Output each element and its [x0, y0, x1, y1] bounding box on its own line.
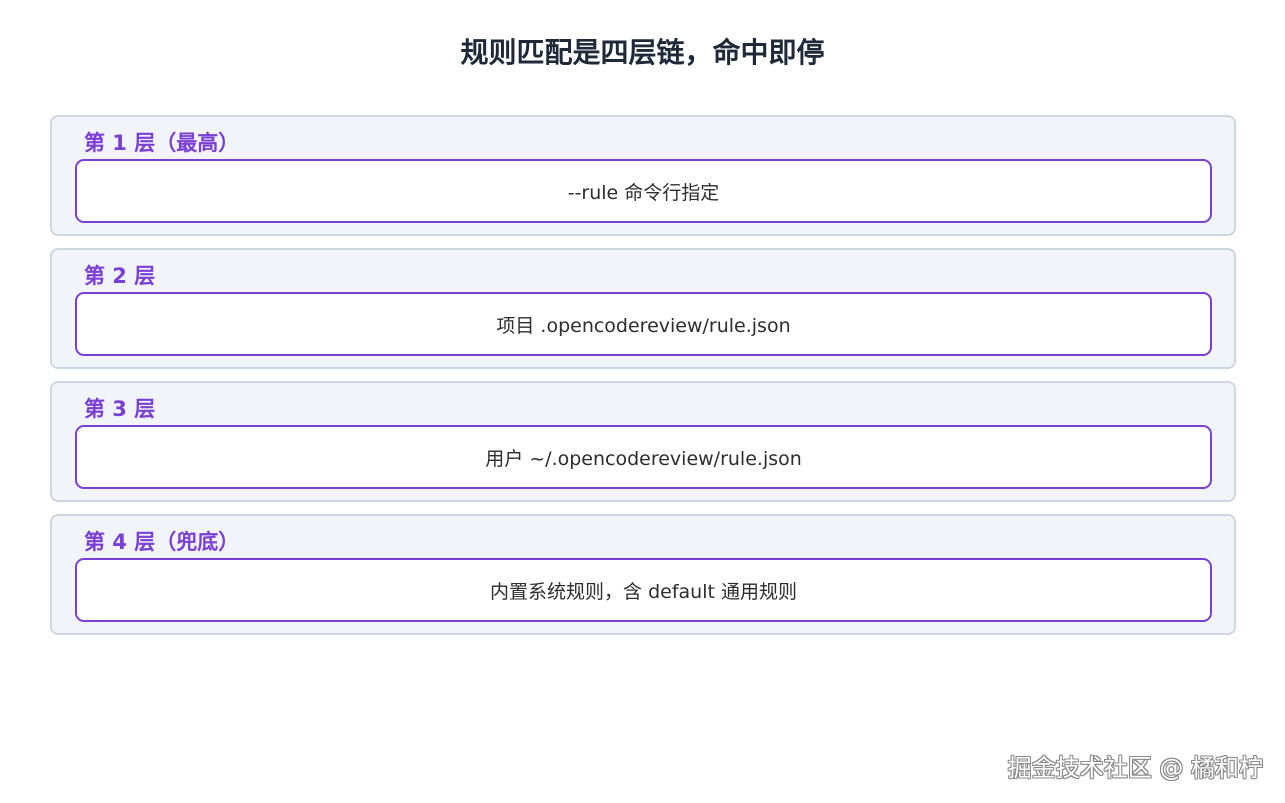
layer-label: 第 1 层（最高） — [84, 131, 240, 155]
layer-label: 第 4 层（兜底） — [84, 530, 240, 554]
layer-card-2: 第 2 层 项目 .opencodereview/rule.json — [50, 248, 1236, 369]
page-title: 规则匹配是四层链，命中即停 — [460, 36, 825, 69]
layer-box: 用户 ~/.opencodereview/rule.json — [75, 425, 1212, 489]
layer-text: 项目 .opencodereview/rule.json — [496, 314, 791, 337]
layer-label: 第 2 层 — [84, 264, 156, 288]
layer-box: 项目 .opencodereview/rule.json — [75, 292, 1212, 356]
layer-card-3: 第 3 层 用户 ~/.opencodereview/rule.json — [50, 381, 1236, 502]
layer-chain: 第 1 层（最高） --rule 命令行指定 第 2 层 项目 .opencod… — [50, 115, 1236, 647]
layer-box: --rule 命令行指定 — [75, 159, 1212, 223]
layer-card-1: 第 1 层（最高） --rule 命令行指定 — [50, 115, 1236, 236]
layer-text: 用户 ~/.opencodereview/rule.json — [485, 447, 802, 470]
layer-text: --rule 命令行指定 — [567, 181, 720, 204]
layer-card-4: 第 4 层（兜底） 内置系统规则，含 default 通用规则 — [50, 514, 1236, 635]
watermark: 掘金技术社区 @ 橘和柠 — [1007, 754, 1263, 782]
layer-box: 内置系统规则，含 default 通用规则 — [75, 558, 1212, 622]
layer-text: 内置系统规则，含 default 通用规则 — [490, 580, 797, 603]
layer-label: 第 3 层 — [84, 397, 156, 421]
